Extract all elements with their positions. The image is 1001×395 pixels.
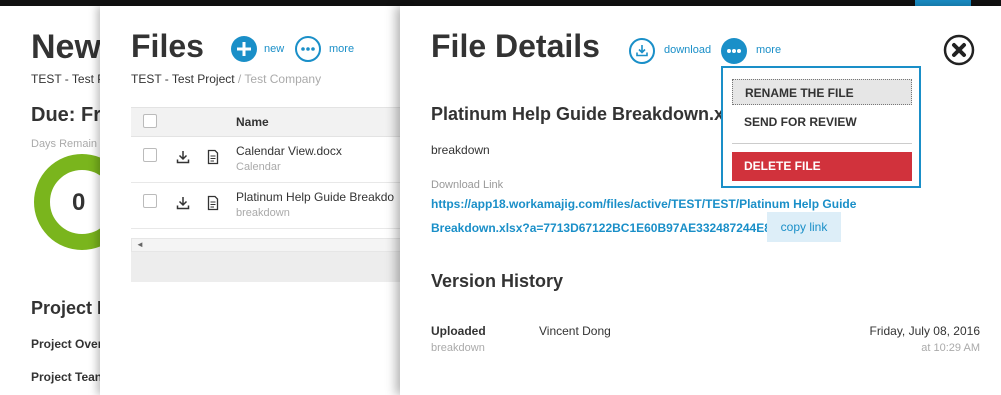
version-time: at 10:29 AM: [921, 342, 980, 354]
column-header-name[interactable]: Name: [236, 115, 269, 129]
download-icon: [636, 45, 648, 57]
table-row[interactable]: Calendar View.docx Calendar: [131, 137, 410, 183]
file-description: breakdown: [236, 207, 290, 219]
files-more-button[interactable]: [295, 36, 321, 62]
scroll-left-arrow-icon[interactable]: ◄: [136, 239, 144, 251]
file-description: Calendar: [236, 161, 281, 173]
days-remaining-ring: [34, 154, 110, 250]
due-date: Due: Fri: [31, 104, 107, 126]
plus-icon: [237, 42, 251, 56]
file-name[interactable]: Platinum Help Guide Breakdo: [236, 190, 394, 204]
project-panel: New TEST - Test P Due: Fri Days Remain 0…: [0, 6, 110, 395]
delete-file-menu-item[interactable]: DELETE FILE: [732, 152, 912, 181]
breadcrumb: TEST - Test Project / Test Company: [131, 72, 321, 86]
more-dots-icon: [301, 47, 315, 51]
file-details-panel: File Details download more Platinum Help…: [400, 6, 1001, 395]
days-remaining-value: 0: [72, 189, 86, 216]
document-icon[interactable]: [205, 149, 221, 165]
breadcrumb-separator: /: [234, 72, 245, 86]
horizontal-scrollbar[interactable]: ◄: [131, 238, 410, 252]
version-date: Friday, July 08, 2016: [869, 324, 980, 338]
select-all-checkbox[interactable]: [143, 114, 157, 128]
project-section-title: Project D: [31, 298, 110, 318]
file-description: breakdown: [431, 143, 490, 157]
project-row[interactable]: Project Over: [31, 337, 102, 351]
download-icon[interactable]: [175, 195, 191, 211]
download-icon[interactable]: [175, 149, 191, 165]
version-history-title: Version History: [431, 271, 564, 291]
rename-file-menu-item[interactable]: RENAME THE FILE: [732, 79, 912, 105]
breadcrumb-project[interactable]: TEST - Test Project: [131, 72, 235, 86]
breadcrumb-company[interactable]: Test Company: [244, 72, 321, 86]
copy-link-button[interactable]: copy link: [767, 212, 841, 242]
files-more-label[interactable]: more: [329, 43, 354, 55]
download-link-continued[interactable]: Breakdown.xlsx?a=7713D67122BC1E60B97AE33…: [431, 221, 771, 235]
new-label[interactable]: new: [264, 43, 284, 55]
more-dots-icon: [727, 49, 741, 53]
version-note: breakdown: [431, 342, 485, 354]
file-name[interactable]: Calendar View.docx: [236, 144, 342, 158]
download-button[interactable]: [629, 38, 655, 64]
table-footer: [131, 252, 410, 282]
details-more-button[interactable]: [721, 38, 747, 64]
document-icon[interactable]: [205, 195, 221, 211]
project-title: New: [31, 28, 101, 66]
version-action: Uploaded: [431, 324, 486, 338]
details-more-label[interactable]: more: [756, 44, 781, 56]
project-row[interactable]: Project Tean: [31, 370, 102, 384]
row-checkbox[interactable]: [143, 194, 157, 208]
files-title: Files: [131, 28, 204, 64]
new-file-button[interactable]: [231, 36, 257, 62]
download-link[interactable]: https://app18.workamajig.com/files/activ…: [431, 197, 856, 211]
send-for-review-menu-item[interactable]: SEND FOR REVIEW: [732, 109, 912, 135]
table-row[interactable]: Platinum Help Guide Breakdo breakdown: [131, 183, 410, 229]
files-panel: Files new more TEST - Test Project / Tes…: [100, 6, 410, 395]
more-dropdown-menu: RENAME THE FILE SEND FOR REVIEW DELETE F…: [721, 66, 921, 188]
days-remaining-label: Days Remain: [31, 138, 98, 150]
download-link-label: Download Link: [431, 179, 504, 191]
file-details-title: File Details: [431, 28, 600, 64]
close-icon[interactable]: [943, 34, 975, 66]
menu-divider: [732, 143, 912, 144]
row-checkbox[interactable]: [143, 148, 157, 162]
version-user: Vincent Dong: [539, 324, 611, 338]
table-header: Name: [131, 107, 410, 137]
file-name-heading: Platinum Help Guide Breakdown.x: [431, 104, 725, 124]
project-subtitle: TEST - Test P: [31, 72, 106, 86]
download-label[interactable]: download: [664, 44, 711, 56]
